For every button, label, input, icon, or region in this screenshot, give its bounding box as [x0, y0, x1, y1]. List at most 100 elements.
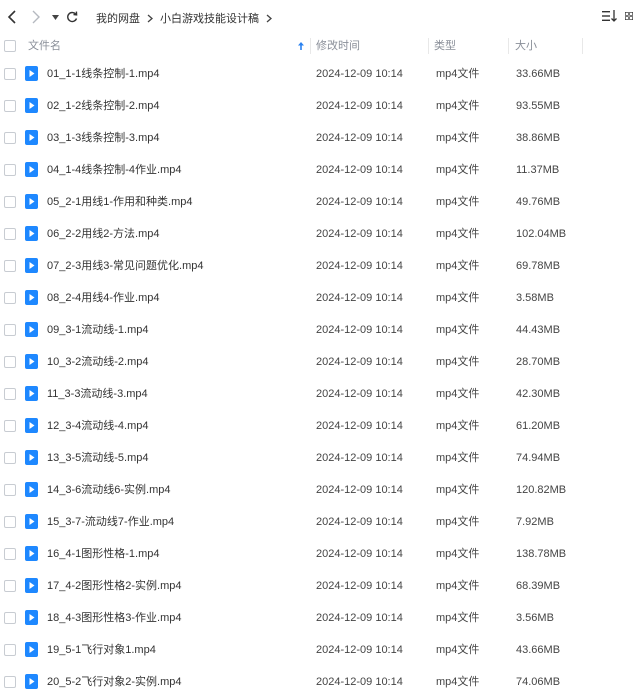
row-checkbox[interactable]	[4, 484, 16, 496]
table-row[interactable]: 18_4-3图形性格3-作业.mp4 2024-12-09 10:14 mp4文件 3…	[0, 602, 633, 634]
video-file-icon	[25, 290, 38, 305]
row-checkbox[interactable]	[4, 452, 16, 464]
row-checkbox[interactable]	[4, 68, 16, 80]
row-checkbox[interactable]	[4, 132, 16, 144]
column-divider[interactable]	[582, 38, 583, 54]
row-checkbox[interactable]	[4, 676, 16, 688]
row-checkbox[interactable]	[4, 356, 16, 368]
column-header-name[interactable]: 文件名	[28, 34, 306, 58]
file-type: mp4文件	[436, 452, 480, 464]
file-type: mp4文件	[436, 68, 480, 80]
modified-time: 2024-12-09 10:14	[316, 100, 403, 112]
table-row[interactable]: 10_3-2流动线-2.mp4 2024-12-09 10:14 mp4文件 28.7…	[0, 346, 633, 378]
table-row[interactable]: 19_5-1飞行对象1.mp4 2024-12-09 10:14 mp4文件 43.6…	[0, 634, 633, 666]
row-checkbox[interactable]	[4, 612, 16, 624]
table-row[interactable]: 14_3-6流动线6-实例.mp4 2024-12-09 10:14 mp4文件 12…	[0, 474, 633, 506]
modified-time: 2024-12-09 10:14	[316, 676, 403, 688]
forward-button[interactable]	[29, 8, 43, 26]
column-divider[interactable]	[310, 38, 311, 54]
file-size: 43.66MB	[516, 644, 561, 656]
file-name[interactable]: 05_2-1用线1-作用和种类.mp4	[47, 186, 193, 218]
file-type: mp4文件	[436, 388, 480, 400]
modified-time: 2024-12-09 10:14	[316, 452, 403, 464]
table-row[interactable]: 05_2-1用线1-作用和种类.mp4 2024-12-09 10:14 mp4文件…	[0, 186, 633, 218]
breadcrumb-item-current[interactable]: 小白游戏技能设计稿	[160, 10, 259, 26]
table-row[interactable]: 13_3-5流动线-5.mp4 2024-12-09 10:14 mp4文件 74.9…	[0, 442, 633, 474]
column-header-size[interactable]: 大小	[515, 34, 537, 58]
row-checkbox[interactable]	[4, 388, 16, 400]
file-name[interactable]: 16_4-1图形性格-1.mp4	[47, 538, 160, 570]
row-checkbox[interactable]	[4, 420, 16, 432]
file-size: 69.78MB	[516, 260, 561, 272]
row-checkbox[interactable]	[4, 580, 16, 592]
row-checkbox[interactable]	[4, 324, 16, 336]
table-row[interactable]: 17_4-2图形性格2-实例.mp4 2024-12-09 10:14 mp4文件 6…	[0, 570, 633, 602]
file-size: 61.20MB	[516, 420, 561, 432]
table-row[interactable]: 16_4-1图形性格-1.mp4 2024-12-09 10:14 mp4文件 138…	[0, 538, 633, 570]
modified-time: 2024-12-09 10:14	[316, 164, 403, 176]
column-divider[interactable]	[428, 38, 429, 54]
row-checkbox[interactable]	[4, 548, 16, 560]
history-dropdown-button[interactable]	[50, 8, 60, 26]
row-checkbox[interactable]	[4, 260, 16, 272]
table-row[interactable]: 09_3-1流动线-1.mp4 2024-12-09 10:14 mp4文件 44.4…	[0, 314, 633, 346]
row-checkbox[interactable]	[4, 228, 16, 240]
row-checkbox[interactable]	[4, 164, 16, 176]
file-name[interactable]: 19_5-1飞行对象1.mp4	[47, 634, 156, 666]
table-row[interactable]: 12_3-4流动线-4.mp4 2024-12-09 10:14 mp4文件 61.2…	[0, 410, 633, 442]
select-all-checkbox[interactable]	[4, 40, 16, 52]
table-row[interactable]: 15_3-7-流动线7-作业.mp4 2024-12-09 10:14 mp4文件 7…	[0, 506, 633, 538]
file-name[interactable]: 01_1-1线条控制-1.mp4	[47, 58, 160, 90]
table-row[interactable]: 08_2-4用线4-作业.mp4 2024-12-09 10:14 mp4文件 3.5…	[0, 282, 633, 314]
table-row[interactable]: 01_1-1线条控制-1.mp4 2024-12-09 10:14 mp4文件 33.…	[0, 58, 633, 90]
file-name[interactable]: 03_1-3线条控制-3.mp4	[47, 122, 160, 154]
row-checkbox[interactable]	[4, 100, 16, 112]
file-size: 38.86MB	[516, 132, 561, 144]
row-checkbox[interactable]	[4, 196, 16, 208]
file-name[interactable]: 06_2-2用线2-方法.mp4	[47, 218, 160, 250]
table-row[interactable]: 06_2-2用线2-方法.mp4 2024-12-09 10:14 mp4文件 102…	[0, 218, 633, 250]
file-type: mp4文件	[436, 356, 480, 368]
table-row[interactable]: 11_3-3流动线-3.mp4 2024-12-09 10:14 mp4文件 42.3…	[0, 378, 633, 410]
file-name[interactable]: 04_1-4线条控制-4作业.mp4	[47, 154, 182, 186]
breadcrumb-item-root[interactable]: 我的网盘	[96, 10, 140, 26]
row-checkbox[interactable]	[4, 644, 16, 656]
file-size: 138.78MB	[516, 548, 567, 560]
file-name[interactable]: 14_3-6流动线6-实例.mp4	[47, 474, 171, 506]
file-type: mp4文件	[436, 196, 480, 208]
file-name[interactable]: 20_5-2飞行对象2-实例.mp4	[47, 666, 182, 690]
table-row[interactable]: 20_5-2飞行对象2-实例.mp4 2024-12-09 10:14 mp4文件 7…	[0, 666, 633, 690]
video-file-icon	[25, 98, 38, 113]
column-header-type[interactable]: 类型	[434, 34, 456, 58]
row-checkbox[interactable]	[4, 516, 16, 528]
table-row[interactable]: 02_1-2线条控制-2.mp4 2024-12-09 10:14 mp4文件 93.…	[0, 90, 633, 122]
column-divider[interactable]	[508, 38, 509, 54]
file-type: mp4文件	[436, 228, 480, 240]
sort-icon[interactable]	[602, 10, 618, 22]
table-row[interactable]: 04_1-4线条控制-4作业.mp4 2024-12-09 10:14 mp4文件 1…	[0, 154, 633, 186]
chevron-right-icon[interactable]	[266, 14, 272, 23]
file-name[interactable]: 11_3-3流动线-3.mp4	[47, 378, 148, 410]
table-row[interactable]: 07_2-3用线3-常见问题优化.mp4 2024-12-09 10:14 mp4文…	[0, 250, 633, 282]
file-name[interactable]: 07_2-3用线3-常见问题优化.mp4	[47, 250, 204, 282]
file-name[interactable]: 10_3-2流动线-2.mp4	[47, 346, 149, 378]
file-name[interactable]: 15_3-7-流动线7-作业.mp4	[47, 506, 174, 538]
back-button[interactable]	[4, 8, 20, 26]
file-list: 01_1-1线条控制-1.mp4 2024-12-09 10:14 mp4文件 33.…	[0, 58, 633, 690]
file-name[interactable]: 02_1-2线条控制-2.mp4	[47, 90, 160, 122]
file-size: 68.39MB	[516, 580, 561, 592]
table-row[interactable]: 03_1-3线条控制-3.mp4 2024-12-09 10:14 mp4文件 38.…	[0, 122, 633, 154]
file-type: mp4文件	[436, 580, 480, 592]
file-name[interactable]: 13_3-5流动线-5.mp4	[47, 442, 149, 474]
file-type: mp4文件	[436, 484, 480, 496]
file-name[interactable]: 17_4-2图形性格2-实例.mp4	[47, 570, 182, 602]
column-header-time[interactable]: 修改时间	[316, 34, 360, 58]
file-type: mp4文件	[436, 324, 480, 336]
file-name[interactable]: 18_4-3图形性格3-作业.mp4	[47, 602, 182, 634]
refresh-button[interactable]	[65, 8, 79, 26]
file-name[interactable]: 09_3-1流动线-1.mp4	[47, 314, 149, 346]
row-checkbox[interactable]	[4, 292, 16, 304]
file-name[interactable]: 08_2-4用线4-作业.mp4	[47, 282, 160, 314]
grid-view-icon[interactable]	[625, 10, 633, 22]
file-name[interactable]: 12_3-4流动线-4.mp4	[47, 410, 149, 442]
